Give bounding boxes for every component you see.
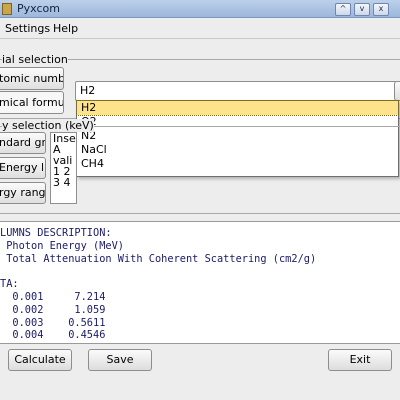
material-selection-title: ial selection [2,53,68,66]
energy-list-button[interactable]: Energy list [0,157,46,179]
energy-list-textarea[interactable]: Inser A vali 1 2 3 4 [50,132,77,204]
chemical-formula-tab[interactable]: mical formula [0,91,64,114]
save-button[interactable]: Save [88,349,152,371]
app-icon [2,3,12,15]
formula-input-value: H2 [80,84,96,97]
output-line: Total Attenuation With Coherent Scatteri… [0,252,317,265]
energy-range-button[interactable]: rgy range [0,182,46,204]
energy-list-line: 3 4 [53,176,71,189]
atomic-number-tab[interactable]: tomic number [0,67,64,90]
calculate-button[interactable]: Calculate [8,349,72,371]
output-line: 0.004 0.4546 [0,329,106,342]
menu-settings[interactable]: Settings [5,22,50,35]
menu-help[interactable]: Help [53,22,78,35]
dropdown-arrow-button[interactable] [394,81,400,101]
window-minimize-button[interactable]: v [354,3,370,16]
output-line: 0.001 7.214 [0,290,106,303]
output-line: LUMNS DESCRIPTION: [0,227,112,239]
output-line: 0.003 0.5611 [0,316,106,329]
energy-selection-title: y selection (keV) [2,119,94,132]
window-shade-button[interactable]: ^ [335,3,351,16]
menu-bar: Settings Help [0,18,400,39]
exit-button[interactable]: Exit [328,349,392,371]
title-bar[interactable]: Pyxcom ^ v x [0,0,400,18]
standard-grid-button[interactable]: ndard grid [0,132,46,154]
formula-input[interactable]: H2 [75,81,397,101]
window-close-button[interactable]: x [373,3,389,16]
window-title: Pyxcom [17,2,60,15]
output-line: Photon Energy (MeV) [0,239,124,252]
output-line: 0.002 1.059 [0,303,106,316]
output-pane[interactable]: LUMNS DESCRIPTION: Photon Energy (MeV) T… [0,221,400,344]
output-line: TA: [0,278,19,291]
dropdown-option-h2[interactable]: H2 [76,100,399,116]
energy-list-line: A vali [53,143,73,167]
